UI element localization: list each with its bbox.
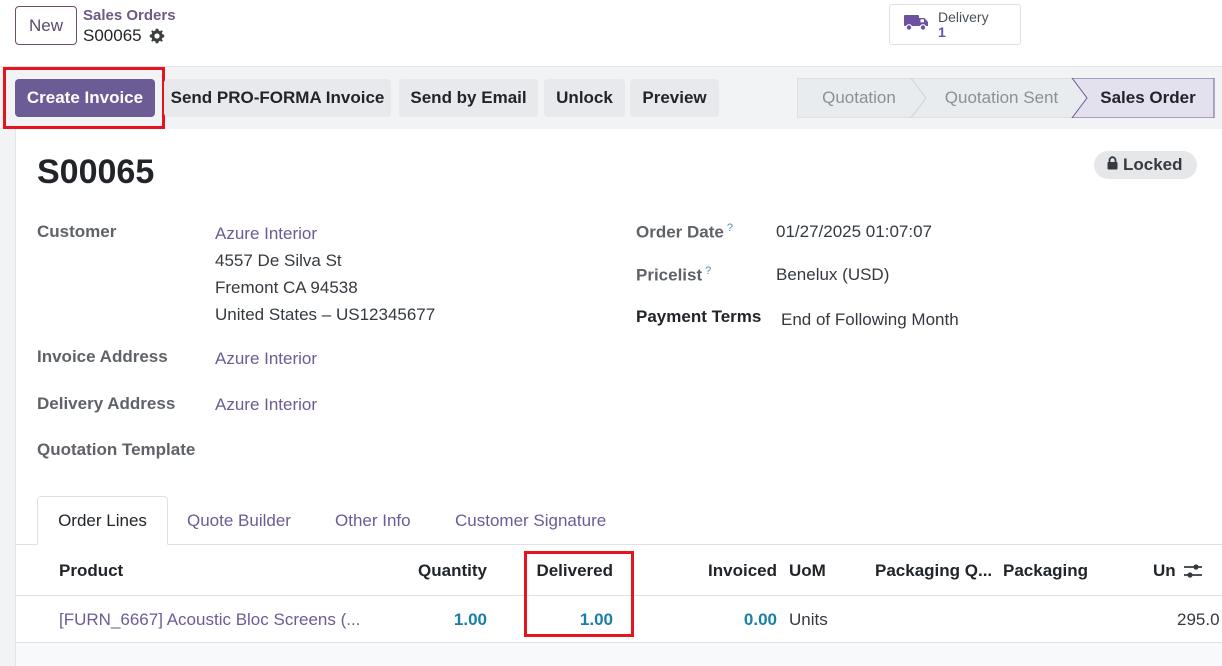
table-footer-area	[16, 643, 1222, 666]
notebook-tabs: Order Lines Quote Builder Other Info Cus…	[16, 496, 1222, 545]
delivery-label: Delivery	[938, 8, 989, 25]
delivery-count: 1	[938, 23, 946, 40]
highlight-create-invoice	[3, 67, 165, 129]
optional-columns-icon[interactable]	[1183, 545, 1203, 596]
payment-terms-label: Payment Terms	[636, 307, 762, 326]
order-date-help[interactable]: ?	[727, 222, 733, 234]
new-button[interactable]: New	[15, 6, 77, 45]
statusbar: Quotation Quotation Sent Sales Order	[797, 78, 1215, 118]
customer-field[interactable]: Azure Interior	[215, 224, 317, 244]
delivery-smart-button[interactable]: Delivery 1	[889, 4, 1021, 45]
stage-quotation-sent[interactable]: Quotation Sent	[927, 78, 1076, 118]
col-packaging[interactable]: Packaging	[1003, 545, 1088, 596]
quotation-template-field[interactable]	[215, 440, 595, 462]
invoice-address-field[interactable]: Azure Interior	[215, 349, 317, 369]
cell-uom[interactable]: Units	[789, 596, 828, 643]
cell-product[interactable]: [FURN_6667] Acoustic Bloc Screens (...	[59, 596, 359, 643]
control-panel: New Sales Orders S00065 Delivery 1	[0, 0, 1222, 67]
invoice-address-label: Invoice Address	[37, 347, 168, 366]
locked-badge: Locked	[1094, 151, 1197, 179]
col-invoiced[interactable]: Invoiced	[677, 545, 777, 596]
quotation-template-label: Quotation Template	[37, 440, 196, 459]
tab-other-info[interactable]: Other Info	[335, 496, 411, 545]
send-proforma-invoice-button[interactable]: Send PRO-FORMA Invoice	[164, 79, 391, 117]
breadcrumb-current: S00065	[83, 26, 165, 46]
tab-customer-signature[interactable]: Customer Signature	[455, 496, 606, 545]
order-date-label-text: Order Date	[636, 222, 724, 242]
cell-unit-price[interactable]: 295.0	[1177, 596, 1222, 643]
tab-quote-builder[interactable]: Quote Builder	[187, 496, 291, 545]
cell-quantity[interactable]: 1.00	[387, 596, 487, 643]
send-by-email-button[interactable]: Send by Email	[399, 79, 538, 117]
breadcrumb-record-name: S00065	[83, 26, 142, 45]
stage-quotation[interactable]: Quotation	[801, 78, 917, 118]
record-title: S00065	[37, 153, 155, 191]
customer-address-line1: 4557 De Silva St	[215, 251, 342, 270]
col-quantity[interactable]: Quantity	[387, 545, 487, 596]
col-uom[interactable]: UoM	[789, 545, 826, 596]
col-unit-price[interactable]: Un	[1153, 545, 1176, 596]
truck-icon	[904, 12, 930, 37]
unlock-button[interactable]: Unlock	[544, 79, 625, 117]
tab-order-lines[interactable]: Order Lines	[37, 496, 168, 545]
col-product[interactable]: Product	[59, 545, 123, 596]
lock-icon	[1107, 155, 1118, 175]
delivery-address-label: Delivery Address	[37, 394, 176, 413]
breadcrumb-sales-orders[interactable]: Sales Orders	[83, 7, 176, 24]
customer-address-line2: Fremont CA 94538	[215, 278, 358, 297]
stage-sales-order[interactable]: Sales Order	[1088, 78, 1208, 118]
pricelist-label-text: Pricelist	[636, 265, 703, 285]
payment-terms-field[interactable]: End of Following Month	[781, 310, 959, 330]
cell-invoiced[interactable]: 0.00	[677, 596, 777, 643]
customer-label: Customer	[37, 222, 117, 241]
highlight-delivered	[524, 551, 634, 637]
pricelist-field[interactable]: Benelux (USD)	[776, 265, 889, 285]
pricelist-help[interactable]: ?	[705, 265, 711, 277]
pricelist-label: Pricelist?	[636, 265, 711, 286]
col-packaging-qty[interactable]: Packaging Q...	[875, 545, 992, 596]
delivery-address-field[interactable]: Azure Interior	[215, 395, 317, 415]
customer-address-line3: United States – US12345677	[215, 305, 436, 324]
gear-icon[interactable]	[149, 28, 165, 44]
preview-button[interactable]: Preview	[630, 79, 719, 117]
order-date-field[interactable]: 01/27/2025 01:07:07	[776, 222, 932, 242]
locked-label: Locked	[1123, 155, 1183, 174]
order-date-label: Order Date?	[636, 222, 733, 243]
